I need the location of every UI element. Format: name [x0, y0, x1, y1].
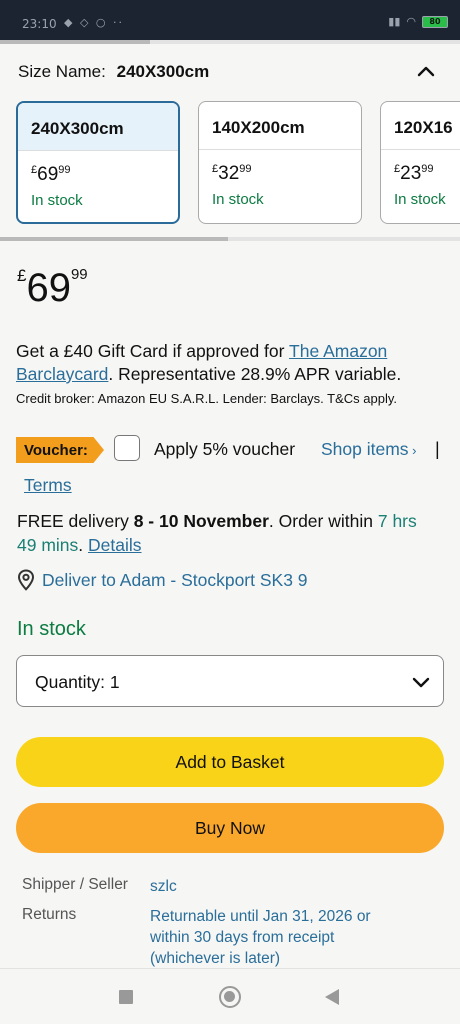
gift-card-offer: Get a £40 Gift Card if approved for The … — [16, 341, 402, 384]
size-option-stock: In stock — [31, 192, 83, 209]
chevron-right-icon: › — [408, 443, 417, 458]
size-option-price: £2399 — [394, 163, 434, 184]
size-option-name: 120X16 — [381, 102, 460, 150]
voucher-text[interactable]: Apply 5% voucher — [154, 439, 295, 460]
quantity-dropdown[interactable]: Quantity: 1 — [16, 655, 444, 707]
size-options: 240X300cm £6999 In stock 140X200cm £3299… — [16, 101, 460, 225]
voucher-badge: Voucher: — [16, 437, 104, 463]
location-pin-icon — [17, 569, 35, 591]
status-bar: 23:10 ◆ ◇ ○ ·· ▮▮ ◠ 80 — [0, 0, 460, 40]
separator: | — [435, 439, 440, 459]
status-time: 23:10 — [22, 17, 57, 31]
system-navigation-bar — [0, 968, 460, 1024]
size-option-140x200[interactable]: 140X200cm £3299 In stock — [198, 101, 362, 224]
delivery-info: FREE delivery 8 - 10 November. Order wit… — [17, 511, 417, 555]
add-to-basket-button[interactable]: Add to Basket — [16, 737, 444, 787]
buy-now-button[interactable]: Buy Now — [16, 803, 444, 853]
signal-icon: ▮▮ — [388, 15, 401, 28]
size-selected-value: 240X300cm — [116, 62, 210, 81]
voucher-row: Voucher: Apply 5% voucher Shop items › | — [16, 433, 446, 465]
delivery-details-link[interactable]: Details — [88, 535, 142, 555]
home-icon[interactable] — [219, 986, 241, 1008]
returns-label: Returns — [22, 906, 77, 923]
returns-policy-link[interactable]: Returnable until Jan 31, 2026 or within … — [150, 906, 410, 969]
wifi-icon: ◠ — [406, 15, 416, 28]
battery-icon: 80 — [422, 15, 448, 28]
size-option-price: £6999 — [31, 164, 71, 185]
availability-status: In stock — [17, 618, 86, 640]
system-icons: ▮▮ ◠ 80 — [388, 15, 448, 28]
voucher-checkbox[interactable] — [114, 435, 140, 461]
size-option-name: 140X200cm — [199, 102, 361, 150]
top-scroll-indicator — [0, 40, 460, 44]
size-selector-header[interactable]: Size Name: 240X300cm — [18, 62, 442, 86]
chevron-down-icon — [412, 677, 430, 688]
delivery-dates: 8 - 10 November — [133, 511, 269, 531]
recent-apps-icon[interactable] — [119, 990, 133, 1004]
product-price: £6999 — [17, 266, 88, 310]
terms-link[interactable]: Terms — [24, 475, 72, 496]
size-scroll-indicator[interactable] — [0, 237, 460, 241]
quantity-label: Quantity: — [35, 672, 106, 692]
seller-link[interactable]: szlc — [150, 876, 410, 897]
size-option-price: £3299 — [212, 163, 252, 184]
deliver-to-text: Deliver to Adam - Stockport SK3 9 — [42, 570, 308, 590]
size-option-name: 240X300cm — [18, 103, 178, 151]
shipper-label: Shipper / Seller — [22, 876, 128, 893]
credit-note: Credit broker: Amazon EU S.A.R.L. Lender… — [16, 391, 398, 406]
quantity-value: 1 — [109, 672, 120, 692]
size-option-240x300[interactable]: 240X300cm £6999 In stock — [16, 101, 180, 224]
chevron-up-icon[interactable] — [416, 62, 436, 82]
notification-icons: ◆ ◇ ○ ·· — [64, 16, 124, 29]
size-option-stock: In stock — [394, 191, 446, 208]
size-option-stock: In stock — [212, 191, 264, 208]
shop-items-link[interactable]: Shop items › — [321, 439, 417, 460]
size-option-120x16[interactable]: 120X16 £2399 In stock — [380, 101, 460, 224]
size-label: Size Name: — [18, 62, 106, 81]
back-icon[interactable] — [325, 989, 339, 1005]
